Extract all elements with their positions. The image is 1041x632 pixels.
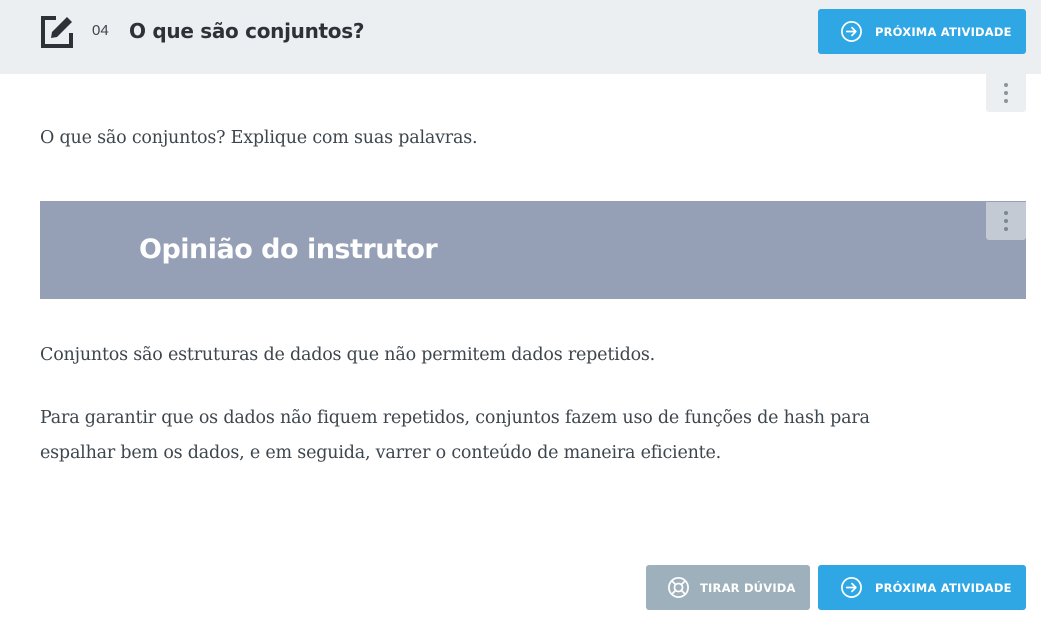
lifebuoy-icon	[668, 577, 689, 598]
instructor-opinion-title: Opinião do instrutor	[139, 234, 438, 265]
question-options-button[interactable]	[986, 74, 1026, 112]
page-title: O que são conjuntos?	[129, 19, 365, 43]
next-activity-button[interactable]: PRÓXIMA ATIVIDADE	[818, 9, 1026, 54]
more-vertical-icon	[1004, 83, 1008, 87]
ask-question-label: TIRAR DÚVIDA	[700, 580, 796, 595]
opinion-paragraph: Para garantir que os dados não fiquem re…	[40, 408, 870, 463]
arrow-right-circle-icon	[841, 577, 862, 598]
ask-question-button[interactable]: TIRAR DÚVIDA	[646, 565, 810, 610]
arrow-right-circle-icon	[841, 21, 862, 42]
opinion-options-button[interactable]	[986, 202, 1026, 240]
instructor-opinion-banner: Opinião do instrutor	[40, 201, 1026, 299]
task-number: 04	[92, 22, 109, 39]
next-activity-label: PRÓXIMA ATIVIDADE	[875, 24, 1012, 39]
activity-header: 04 O que são conjuntos? PRÓXIMA ATIVIDAD…	[0, 0, 1041, 74]
edit-icon	[41, 16, 73, 48]
question-text: O que são conjuntos? Explique com suas p…	[40, 128, 478, 148]
next-activity-button[interactable]: PRÓXIMA ATIVIDADE	[818, 565, 1026, 610]
next-activity-label: PRÓXIMA ATIVIDADE	[875, 580, 1012, 595]
opinion-paragraph: Conjuntos são estruturas de dados que nã…	[40, 345, 656, 365]
more-vertical-icon	[1004, 211, 1008, 215]
